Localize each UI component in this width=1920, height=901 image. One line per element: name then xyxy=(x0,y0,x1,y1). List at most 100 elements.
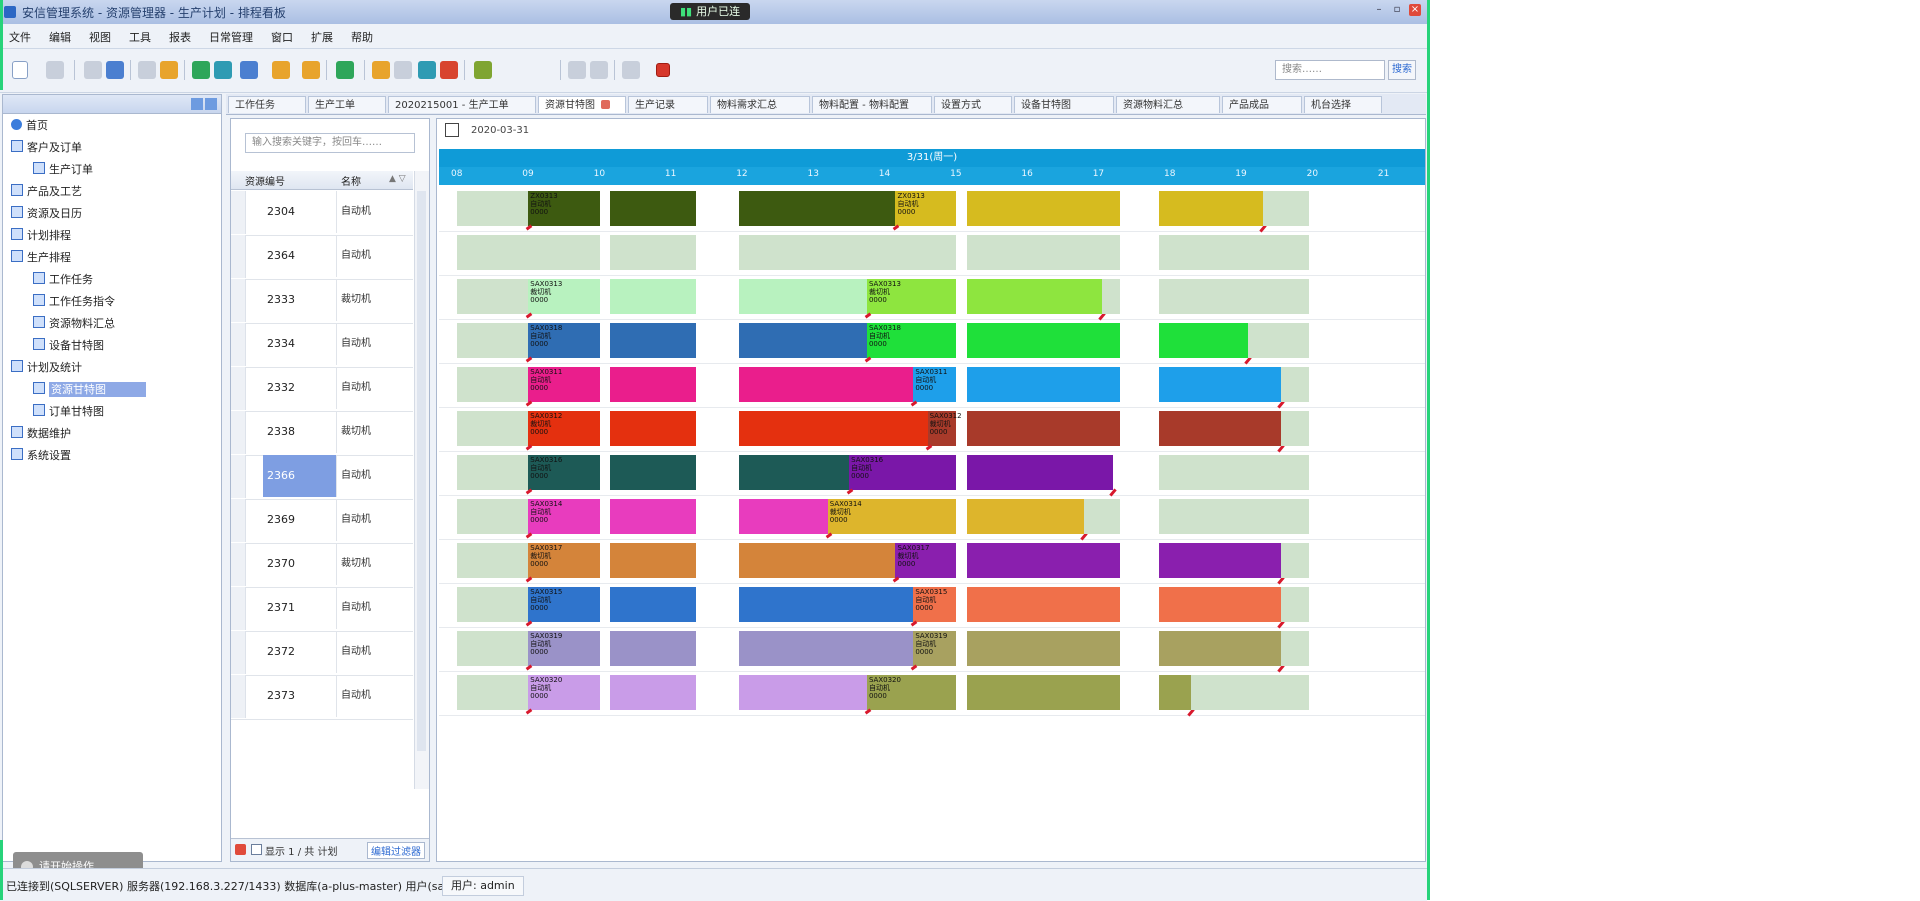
nav-item[interactable]: 工作任务 xyxy=(33,271,93,289)
nav-item[interactable]: 计划排程 xyxy=(11,227,71,245)
delete-icon[interactable] xyxy=(138,61,156,79)
gantt-task-bar[interactable] xyxy=(966,191,1121,226)
gantt-task-bar[interactable]: SAX0318 自动机 0000 xyxy=(525,323,600,363)
tab[interactable]: 生产工单 xyxy=(308,96,386,113)
export-icon[interactable] xyxy=(214,61,232,79)
gantt-task-bar[interactable] xyxy=(1159,543,1285,585)
alert-icon[interactable] xyxy=(440,61,458,79)
gantt-task-bar[interactable] xyxy=(610,323,696,358)
clear-filter-icon[interactable] xyxy=(235,844,246,855)
gantt-task-bar[interactable] xyxy=(966,587,1121,622)
gantt-task-bar[interactable] xyxy=(610,543,696,578)
gantt-task-bar[interactable] xyxy=(1159,587,1285,629)
gantt-task-bar[interactable] xyxy=(966,323,1121,358)
grid-icon[interactable] xyxy=(394,61,412,79)
table-row[interactable]: 2333 裁切机 xyxy=(231,279,413,324)
gantt-task-bar[interactable] xyxy=(738,455,850,490)
table-row[interactable]: 2304 自动机 xyxy=(231,191,413,236)
row-selector[interactable] xyxy=(231,675,246,718)
tab[interactable]: 设置方式 xyxy=(934,96,1012,113)
close-window-icon[interactable] xyxy=(656,63,670,77)
tab[interactable]: 资源甘特图 xyxy=(538,96,626,113)
row-selector[interactable] xyxy=(231,191,246,234)
nav-item[interactable]: 系统设置 xyxy=(11,447,71,465)
nav-item[interactable]: 资源物料汇总 xyxy=(33,315,115,333)
menu-item[interactable]: 工具 xyxy=(120,29,160,45)
sort-icon[interactable]: ▲ ▽ xyxy=(389,174,406,184)
gantt-task-bar[interactable] xyxy=(966,367,1121,402)
menu-item[interactable]: 日常管理 xyxy=(200,29,262,45)
row-selector[interactable] xyxy=(231,279,246,322)
lock-icon[interactable] xyxy=(302,61,320,79)
gantt-task-bar[interactable] xyxy=(1159,323,1253,365)
menu-item[interactable]: 帮助 xyxy=(342,29,382,45)
row-selector[interactable] xyxy=(231,455,246,498)
menu-item[interactable]: 视图 xyxy=(80,29,120,45)
report-icon[interactable] xyxy=(336,61,354,79)
save-icon[interactable] xyxy=(84,61,102,79)
gantt-task-bar[interactable]: SAX0311 自动机 0000 xyxy=(525,367,600,407)
gantt-task-bar[interactable]: SAX0319 自动机 0000 xyxy=(910,631,957,671)
row-selector[interactable] xyxy=(231,543,246,586)
user-icon[interactable] xyxy=(240,61,258,79)
leaf-icon[interactable] xyxy=(474,61,492,79)
table-row[interactable]: 2332 自动机 xyxy=(231,367,413,412)
search-input[interactable]: 搜索…… xyxy=(1275,60,1385,80)
nav-item[interactable]: 数据维护 xyxy=(11,425,71,443)
calendar-picker-icon[interactable] xyxy=(445,123,459,137)
gantt-task-bar[interactable] xyxy=(1159,631,1285,673)
pin-icon[interactable] xyxy=(191,98,203,110)
gantt-task-bar[interactable] xyxy=(738,587,914,622)
gantt-task-bar[interactable]: SAX0320 自动机 0000 xyxy=(525,675,600,715)
table-row[interactable]: 2364 自动机 xyxy=(231,235,413,280)
row-selector[interactable] xyxy=(231,499,246,542)
gantt-task-bar[interactable] xyxy=(738,411,928,446)
nav-item[interactable]: 生产订单 xyxy=(33,161,93,179)
tab[interactable]: 生产记录 xyxy=(628,96,708,113)
gantt-task-bar[interactable]: SAX0320 自动机 0000 xyxy=(864,675,957,715)
gantt-task-bar[interactable] xyxy=(610,455,696,490)
resource-scrollbar[interactable] xyxy=(414,171,429,789)
row-selector[interactable] xyxy=(231,631,246,674)
menu-item[interactable]: 窗口 xyxy=(262,29,302,45)
disabled-icon-1[interactable] xyxy=(568,61,586,79)
gantt-task-bar[interactable] xyxy=(610,631,696,666)
edit-filter-button[interactable]: 编辑过滤器 xyxy=(367,842,425,859)
table-row[interactable]: 2370 裁切机 xyxy=(231,543,413,588)
gantt-task-bar[interactable] xyxy=(738,367,914,402)
menu-item[interactable]: 报表 xyxy=(160,29,200,45)
table-row[interactable]: 2372 自动机 xyxy=(231,631,413,676)
nav-item[interactable]: 设备甘特图 xyxy=(33,337,104,355)
gantt-task-bar[interactable]: SAX0315 自动机 0000 xyxy=(910,587,957,627)
refresh-icon[interactable] xyxy=(192,61,210,79)
link-icon[interactable] xyxy=(418,61,436,79)
collapse-icon[interactable] xyxy=(205,98,217,110)
tab[interactable]: 产品成品 xyxy=(1222,96,1302,113)
gantt-task-bar[interactable] xyxy=(966,411,1121,446)
gantt-task-bar[interactable] xyxy=(966,543,1121,578)
table-row[interactable]: 2369 自动机 xyxy=(231,499,413,544)
gantt-task-bar[interactable] xyxy=(610,367,696,402)
calendar-icon[interactable] xyxy=(372,61,390,79)
gantt-task-bar[interactable]: SAX0317 裁切机 0000 xyxy=(525,543,600,583)
filter-checkbox[interactable] xyxy=(251,844,262,855)
gantt-task-bar[interactable]: SAX0312 裁切机 0000 xyxy=(525,411,600,451)
tab[interactable]: 2020215001 - 生产工单 xyxy=(388,96,536,113)
gantt-task-bar[interactable]: SAX0315 自动机 0000 xyxy=(525,587,600,627)
disabled-icon-2[interactable] xyxy=(590,61,608,79)
settings-icon[interactable] xyxy=(272,61,290,79)
gantt-task-bar[interactable] xyxy=(610,279,696,314)
gantt-task-bar[interactable] xyxy=(966,499,1089,541)
gantt-task-bar[interactable]: SAX0317 裁切机 0000 xyxy=(893,543,957,583)
gantt-task-bar[interactable] xyxy=(610,587,696,622)
row-selector[interactable] xyxy=(231,411,246,454)
minimize-icon[interactable]: – xyxy=(1373,4,1385,16)
gantt-task-bar[interactable] xyxy=(738,543,896,578)
gantt-task-bar[interactable] xyxy=(738,631,914,666)
tab[interactable]: 工作任务 xyxy=(228,96,306,113)
gantt-task-bar[interactable] xyxy=(1159,191,1267,233)
nav-item[interactable]: 资源甘特图 xyxy=(33,381,146,399)
nav-item[interactable]: 订单甘特图 xyxy=(33,403,104,421)
row-selector[interactable] xyxy=(231,367,246,410)
gantt-task-bar[interactable]: SAX0319 自动机 0000 xyxy=(525,631,600,671)
